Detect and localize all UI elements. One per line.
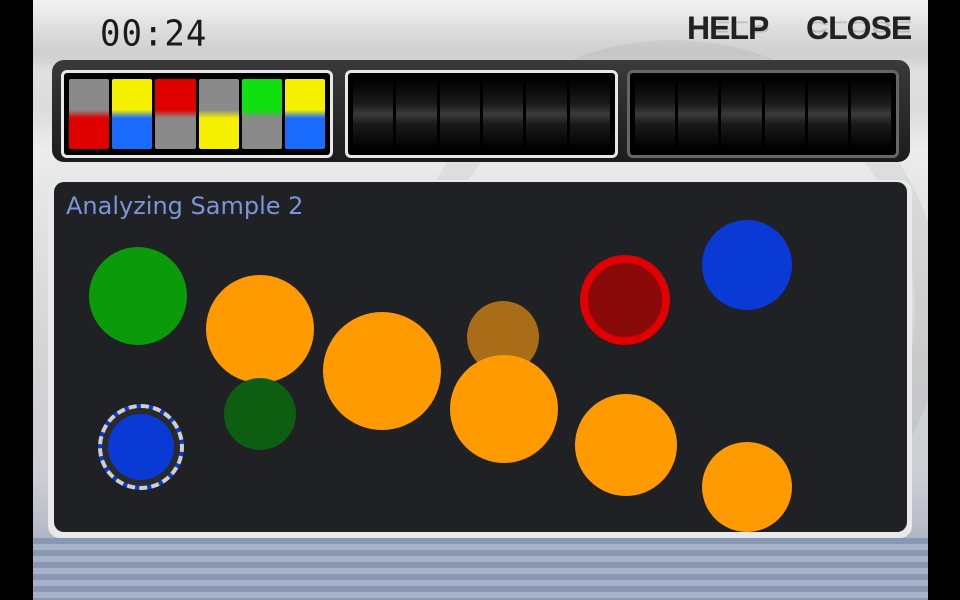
target-sequence [61,70,333,158]
orange-ball-3[interactable] [450,355,558,463]
result-slot [807,79,848,149]
orange-ball-1[interactable] [206,275,314,383]
panel-title: Analyzing Sample 2 [66,192,304,220]
result-slot [678,79,719,149]
answer-sequence [345,70,618,158]
target-slot-2 [112,79,153,149]
orange-ball-4[interactable] [575,394,677,496]
dark-green-ball[interactable] [224,378,296,450]
target-slot-4 [198,79,239,149]
timer: 00:24 [100,13,208,55]
selected-blue-ball[interactable] [98,404,184,490]
answer-slot[interactable] [396,79,437,149]
answer-slot[interactable] [526,79,567,149]
result-slot [635,79,676,149]
target-slot-3 [155,79,196,149]
blue-ball[interactable] [702,220,792,310]
orange-ball-5[interactable] [702,442,792,532]
target-slot-6 [284,79,326,149]
help-button[interactable]: HELP HELP [687,10,769,47]
answer-slot[interactable] [439,79,480,149]
sample-panel: Analyzing Sample 2 [54,182,907,532]
orange-ball-2[interactable] [323,312,441,430]
answer-slot[interactable] [482,79,524,149]
dark-red-ball[interactable] [580,255,670,345]
help-label: HELP [687,10,769,46]
result-slot [721,79,762,149]
answer-slot[interactable] [353,79,394,149]
close-label: CLOSE [806,10,912,46]
target-slot-5 [241,79,282,149]
close-button[interactable]: CLOSE CLOSE [806,10,912,47]
result-slot [764,79,805,149]
result-sequence [627,70,899,158]
bottom-stripes [33,538,928,600]
green-ball[interactable] [89,247,187,345]
target-slot-1 [69,79,110,149]
answer-slot[interactable] [569,79,610,149]
result-slot [850,79,892,149]
